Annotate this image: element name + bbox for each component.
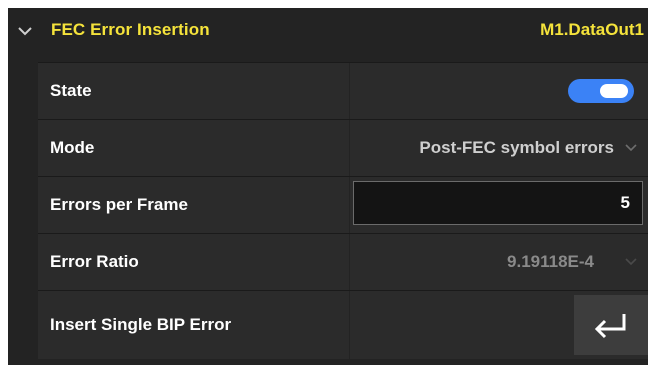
error-ratio-label: Error Ratio (50, 252, 139, 271)
settings-table: State Mode Post-FEC symbol errors Errors… (38, 62, 648, 359)
fec-error-panel: FEC Error Insertion M1.DataOut1 State Mo… (8, 8, 648, 365)
insert-bip-label: Insert Single BIP Error (50, 315, 232, 334)
error-ratio-select: 9.19118E-4 (350, 234, 648, 290)
chevron-down-icon (625, 258, 637, 266)
table-row-insert-bip: Insert Single BIP Error (38, 290, 648, 359)
enter-icon (594, 314, 626, 339)
chevron-down-icon[interactable] (17, 24, 33, 38)
panel-title: FEC Error Insertion (51, 20, 210, 39)
mode-select[interactable]: Post-FEC symbol errors (350, 120, 648, 176)
chevron-down-icon (625, 144, 637, 152)
state-toggle[interactable] (568, 79, 634, 103)
errors-per-frame-input[interactable]: 5 (353, 181, 643, 225)
table-row-error-ratio: Error Ratio 9.19118E-4 (38, 233, 648, 290)
table-row-mode: Mode Post-FEC symbol errors (38, 119, 648, 176)
insert-bip-button[interactable] (574, 295, 648, 355)
panel-header[interactable]: FEC Error Insertion M1.DataOut1 (8, 8, 648, 54)
errors-per-frame-value: 5 (620, 193, 630, 212)
table-row-errors-per-frame: Errors per Frame 5 (38, 176, 648, 233)
state-label: State (50, 81, 92, 100)
toggle-knob (600, 84, 628, 98)
mode-select-value: Post-FEC symbol errors (419, 138, 614, 157)
errors-per-frame-label: Errors per Frame (50, 195, 188, 214)
mode-label: Mode (50, 138, 95, 157)
error-ratio-value: 9.19118E-4 (507, 252, 594, 271)
target-label: M1.DataOut1 (540, 20, 644, 39)
table-row-state: State (38, 62, 648, 119)
